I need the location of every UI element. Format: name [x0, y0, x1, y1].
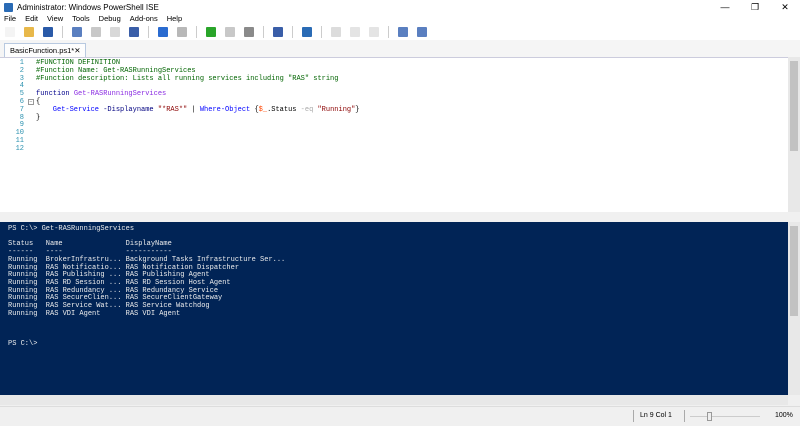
show-commands-icon[interactable] — [417, 27, 427, 37]
code-token: | — [187, 105, 200, 114]
script-pane-max-icon[interactable] — [369, 27, 379, 37]
code-token: { — [36, 97, 41, 106]
script-pane-right-icon[interactable] — [350, 27, 360, 37]
minimize-button[interactable]: — — [710, 0, 740, 14]
code-line: } — [36, 113, 360, 123]
menu-add-ons[interactable]: Add-ons — [130, 14, 158, 24]
script-pane-top-icon[interactable] — [331, 27, 341, 37]
code-token: #Function Name: Get-RASRunningServices — [36, 66, 196, 75]
line-numbers: 1 2 3 4 5 6 7 8 9 10 11 12 — [0, 59, 24, 154]
pane-splitter[interactable] — [0, 212, 800, 222]
toolbar-separator — [196, 26, 197, 38]
line-number: 12 — [15, 144, 24, 153]
toolbar-separator — [263, 26, 264, 38]
code-token: #Function description: Lists all running… — [36, 74, 339, 83]
console-horizontal-scrollbar[interactable] — [0, 395, 788, 405]
code-token: -eq — [300, 105, 318, 114]
cursor-position: Ln 9 Col 1 — [640, 412, 672, 419]
toolbar-separator — [148, 26, 149, 38]
tab-basicfunction[interactable]: BasicFunction.ps1* ✕ — [4, 43, 86, 57]
menu-debug[interactable]: Debug — [99, 14, 121, 24]
menu-file[interactable]: File — [4, 14, 16, 24]
redo-icon[interactable] — [177, 27, 187, 37]
run-selection-icon[interactable] — [225, 27, 235, 37]
tab-strip: BasicFunction.ps1* ✕ — [0, 40, 800, 57]
toolbar-separator — [62, 26, 63, 38]
show-script-pane-icon[interactable] — [398, 27, 408, 37]
start-powershell-icon[interactable] — [302, 27, 312, 37]
console-pane[interactable]: PS C:\> Get-RASRunningServices Status Nam… — [0, 222, 788, 395]
code-area[interactable]: #FUNCTION DEFINITION #Function Name: Get-… — [36, 59, 360, 154]
menu-edit[interactable]: Edit — [25, 14, 38, 24]
cut-icon[interactable] — [72, 27, 82, 37]
code-line: ​ — [36, 130, 360, 138]
code-token: "Running" — [317, 105, 356, 114]
code-line: ​ — [36, 122, 360, 130]
code-line: function Get-RASRunningServices — [36, 90, 360, 99]
copy-icon[interactable] — [91, 27, 101, 37]
run-script-icon[interactable] — [206, 27, 216, 37]
new-icon[interactable] — [5, 27, 15, 37]
undo-icon[interactable] — [158, 27, 168, 37]
menu-view[interactable]: View — [47, 14, 63, 24]
tab-label: BasicFunction.ps1* — [10, 46, 75, 55]
code-token: #FUNCTION DEFINITION — [36, 59, 121, 67]
powershell-app-icon — [4, 2, 13, 12]
code-token: "*RAS*" — [157, 105, 188, 114]
code-token: } — [355, 105, 360, 114]
toolbar-separator — [388, 26, 389, 38]
console-line: PS C:\> — [8, 340, 38, 349]
close-button[interactable]: ✕ — [770, 0, 800, 14]
menu-bar: File Edit View Tools Debug Add-ons Help — [0, 14, 800, 24]
zoom-slider[interactable] — [690, 412, 760, 421]
status-bar: Ln 9 Col 1 100% — [0, 406, 800, 426]
code-token: Where-Object — [199, 105, 255, 114]
zoom-level: 100% — [775, 412, 793, 419]
script-editor[interactable]: 1 2 3 4 5 6 7 8 9 10 11 12 − #FUNCTION DEFINITION #F… — [0, 57, 788, 212]
code-line: ​ — [36, 138, 360, 146]
code-token: Get-Service — [36, 105, 104, 114]
console-scroll-thumb[interactable] — [790, 226, 798, 316]
menu-tools[interactable]: Tools — [72, 14, 90, 24]
clear-console-icon[interactable] — [129, 27, 139, 37]
new-remote-tab-icon[interactable] — [273, 27, 283, 37]
code-token: Get-RASRunningServices — [73, 90, 167, 99]
zoom-slider-knob[interactable] — [707, 412, 712, 421]
code-token: $_ — [258, 105, 268, 114]
title-bar: Administrator: Windows PowerShell ISE — … — [0, 0, 800, 14]
console-line: Running RAS VDI Agent RAS VDI Agent — [8, 309, 181, 318]
code-line: ​ — [36, 146, 360, 154]
menu-help[interactable]: Help — [167, 14, 182, 24]
editor-scrollbar[interactable] — [788, 57, 800, 212]
window-title: Administrator: Windows PowerShell ISE — [17, 2, 159, 12]
toolbar — [0, 24, 800, 40]
code-line: Get-Service -Displayname "*RAS*" | Where… — [36, 105, 360, 115]
console-scrollbar[interactable] — [788, 222, 800, 395]
paste-icon[interactable] — [110, 27, 120, 37]
toolbar-separator — [321, 26, 322, 38]
code-token: function — [36, 90, 74, 99]
console-line: PS C:\> Get-RASRunningServices — [8, 225, 135, 233]
code-token: .Status — [267, 105, 301, 114]
code-line: #Function description: Lists all running… — [36, 74, 360, 84]
maximize-button[interactable]: ❐ — [740, 0, 770, 14]
editor-scroll-thumb[interactable] — [790, 61, 798, 151]
code-token: -Displayname — [103, 105, 158, 114]
save-icon[interactable] — [43, 27, 53, 37]
stop-icon[interactable] — [244, 27, 254, 37]
open-icon[interactable] — [24, 27, 34, 37]
fold-toggle-icon[interactable]: − — [28, 99, 34, 105]
toolbar-separator — [292, 26, 293, 38]
code-token: } — [36, 113, 41, 122]
tab-close-button[interactable]: ✕ — [74, 46, 80, 55]
